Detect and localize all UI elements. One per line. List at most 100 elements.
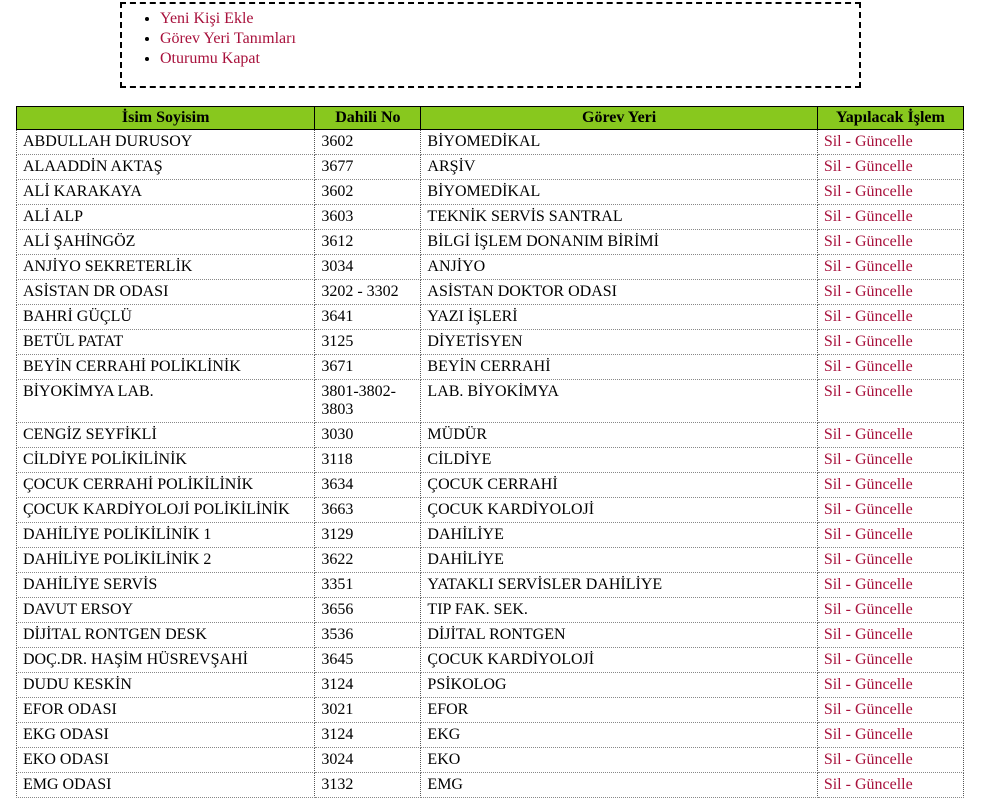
cell-dept: EKG [421, 723, 817, 748]
cell-dept: MÜDÜR [421, 423, 817, 448]
update-link[interactable]: Güncelle [855, 751, 913, 768]
table-row: ASİSTAN DR ODASI3202 - 3302ASİSTAN DOKTO… [17, 280, 964, 305]
col-header-dept: Görev Yeri [421, 107, 817, 130]
cell-actions: Sil - Güncelle [817, 573, 963, 598]
cell-ext: 3663 [315, 498, 421, 523]
update-link[interactable]: Güncelle [855, 451, 913, 468]
action-separator: - [842, 726, 855, 743]
cell-ext: 3132 [315, 773, 421, 798]
delete-link[interactable]: Sil [824, 501, 842, 518]
update-link[interactable]: Güncelle [855, 258, 913, 275]
update-link[interactable]: Güncelle [855, 551, 913, 568]
cell-actions: Sil - Güncelle [817, 330, 963, 355]
update-link[interactable]: Güncelle [855, 726, 913, 743]
update-link[interactable]: Güncelle [855, 426, 913, 443]
delete-link[interactable]: Sil [824, 776, 842, 793]
action-separator: - [842, 158, 855, 175]
delete-link[interactable]: Sil [824, 626, 842, 643]
table-row: ALAADDİN AKTAŞ3677ARŞİVSil - Güncelle [17, 155, 964, 180]
delete-link[interactable]: Sil [824, 676, 842, 693]
cell-actions: Sil - Güncelle [817, 423, 963, 448]
action-separator: - [842, 208, 855, 225]
delete-link[interactable]: Sil [824, 751, 842, 768]
update-link[interactable]: Güncelle [855, 358, 913, 375]
update-link[interactable]: Güncelle [855, 208, 913, 225]
table-row: EKG ODASI3124EKGSil - Güncelle [17, 723, 964, 748]
action-separator: - [842, 426, 855, 443]
delete-link[interactable]: Sil [824, 233, 842, 250]
update-link[interactable]: Güncelle [855, 651, 913, 668]
delete-link[interactable]: Sil [824, 333, 842, 350]
add-person-link[interactable]: Yeni Kişi Ekle [160, 10, 254, 27]
cell-actions: Sil - Güncelle [817, 155, 963, 180]
cell-dept: EKO [421, 748, 817, 773]
update-link[interactable]: Güncelle [855, 676, 913, 693]
delete-link[interactable]: Sil [824, 726, 842, 743]
logout-link[interactable]: Oturumu Kapat [160, 50, 260, 67]
update-link[interactable]: Güncelle [855, 576, 913, 593]
table-row: CİLDİYE POLİKİLİNİK3118CİLDİYESil - Günc… [17, 448, 964, 473]
cell-dept: TEKNİK SERVİS SANTRAL [421, 205, 817, 230]
update-link[interactable]: Güncelle [855, 283, 913, 300]
delete-link[interactable]: Sil [824, 526, 842, 543]
menu-item: Oturumu Kapat [160, 50, 849, 68]
cell-actions: Sil - Güncelle [817, 473, 963, 498]
update-link[interactable]: Güncelle [855, 626, 913, 643]
delete-link[interactable]: Sil [824, 383, 842, 400]
update-link[interactable]: Güncelle [855, 233, 913, 250]
cell-actions: Sil - Güncelle [817, 180, 963, 205]
update-link[interactable]: Güncelle [855, 333, 913, 350]
cell-name: ASİSTAN DR ODASI [17, 280, 315, 305]
cell-ext: 3024 [315, 748, 421, 773]
update-link[interactable]: Güncelle [855, 308, 913, 325]
table-row: EKO ODASI3024EKOSil - Güncelle [17, 748, 964, 773]
cell-actions: Sil - Güncelle [817, 205, 963, 230]
delete-link[interactable]: Sil [824, 283, 842, 300]
table-row: DİJİTAL RONTGEN DESK3536DİJİTAL RONTGENS… [17, 623, 964, 648]
cell-dept: PSİKOLOG [421, 673, 817, 698]
action-separator: - [842, 551, 855, 568]
table-row: DAVUT ERSOY3656TIP FAK. SEK.Sil - Güncel… [17, 598, 964, 623]
delete-link[interactable]: Sil [824, 551, 842, 568]
update-link[interactable]: Güncelle [855, 601, 913, 618]
cell-ext: 3124 [315, 673, 421, 698]
cell-name: CİLDİYE POLİKİLİNİK [17, 448, 315, 473]
update-link[interactable]: Güncelle [855, 476, 913, 493]
delete-link[interactable]: Sil [824, 451, 842, 468]
update-link[interactable]: Güncelle [855, 501, 913, 518]
delete-link[interactable]: Sil [824, 133, 842, 150]
update-link[interactable]: Güncelle [855, 776, 913, 793]
delete-link[interactable]: Sil [824, 208, 842, 225]
delete-link[interactable]: Sil [824, 183, 842, 200]
table-row: ALİ ALP3603TEKNİK SERVİS SANTRALSil - Gü… [17, 205, 964, 230]
delete-link[interactable]: Sil [824, 576, 842, 593]
update-link[interactable]: Güncelle [855, 133, 913, 150]
delete-link[interactable]: Sil [824, 476, 842, 493]
cell-dept: BİYOMEDİKAL [421, 130, 817, 155]
update-link[interactable]: Güncelle [855, 383, 913, 400]
delete-link[interactable]: Sil [824, 651, 842, 668]
action-separator: - [842, 576, 855, 593]
menu-item: Yeni Kişi Ekle [160, 10, 849, 28]
cell-name: ÇOCUK KARDİYOLOJİ POLİKİLİNİK [17, 498, 315, 523]
action-separator: - [842, 526, 855, 543]
delete-link[interactable]: Sil [824, 158, 842, 175]
update-link[interactable]: Güncelle [855, 701, 913, 718]
update-link[interactable]: Güncelle [855, 526, 913, 543]
update-link[interactable]: Güncelle [855, 158, 913, 175]
delete-link[interactable]: Sil [824, 701, 842, 718]
cell-actions: Sil - Güncelle [817, 773, 963, 798]
cell-actions: Sil - Güncelle [817, 673, 963, 698]
cell-name: ANJİYO SEKRETERLİK [17, 255, 315, 280]
delete-link[interactable]: Sil [824, 258, 842, 275]
action-separator: - [842, 476, 855, 493]
cell-ext: 3125 [315, 330, 421, 355]
cell-name: BAHRİ GÜÇLÜ [17, 305, 315, 330]
delete-link[interactable]: Sil [824, 426, 842, 443]
update-link[interactable]: Güncelle [855, 183, 913, 200]
delete-link[interactable]: Sil [824, 601, 842, 618]
delete-link[interactable]: Sil [824, 308, 842, 325]
delete-link[interactable]: Sil [824, 358, 842, 375]
cell-ext: 3129 [315, 523, 421, 548]
duty-definitions-link[interactable]: Görev Yeri Tanımları [160, 30, 296, 47]
